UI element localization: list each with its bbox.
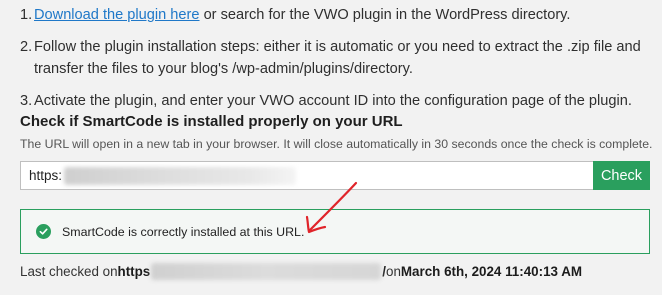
status-message: SmartCode is correctly installed at this… (62, 224, 305, 239)
check-circle-icon (36, 224, 51, 239)
last-checked-on: on (386, 264, 401, 279)
step-item: 2. Follow the plugin installation steps:… (20, 36, 650, 80)
step-text: Activate the plugin, and enter your VWO … (34, 93, 632, 109)
redacted-url (64, 166, 297, 185)
page: 1. Download the plugin here or search fo… (0, 0, 662, 295)
url-input-value: https: (29, 168, 63, 183)
last-checked-prefix: Last checked on (20, 264, 118, 279)
checker-description: The URL will open in a new tab in your b… (20, 137, 653, 151)
last-checked-url-start: https (117, 264, 151, 279)
step-text: Follow the plugin installation steps: ei… (34, 39, 641, 77)
red-arrow-icon (305, 181, 358, 234)
step-number: 1. (20, 7, 33, 23)
step-text-rest: or search for the VWO plugin in the Word… (199, 7, 571, 23)
step-item: 1. Download the plugin here or search fo… (20, 4, 650, 26)
download-plugin-link[interactable]: Download the plugin here (34, 7, 200, 23)
redacted-url (151, 263, 382, 280)
last-checked-date: March 6th, 2024 11:40:13 AM (400, 264, 583, 279)
step-number: 3. (20, 93, 33, 109)
step-text: Download the plugin here or search for t… (34, 4, 650, 26)
step-item: 3. Activate the plugin, and enter your V… (20, 90, 650, 112)
install-steps-list: 1. Download the plugin here or search fo… (20, 4, 650, 122)
check-button[interactable]: Check (593, 161, 650, 190)
last-checked-line: Last checked on https / on March 6th, 20… (20, 263, 582, 280)
step-number: 2. (20, 39, 33, 55)
checker-title: Check if SmartCode is installed properly… (20, 113, 403, 130)
